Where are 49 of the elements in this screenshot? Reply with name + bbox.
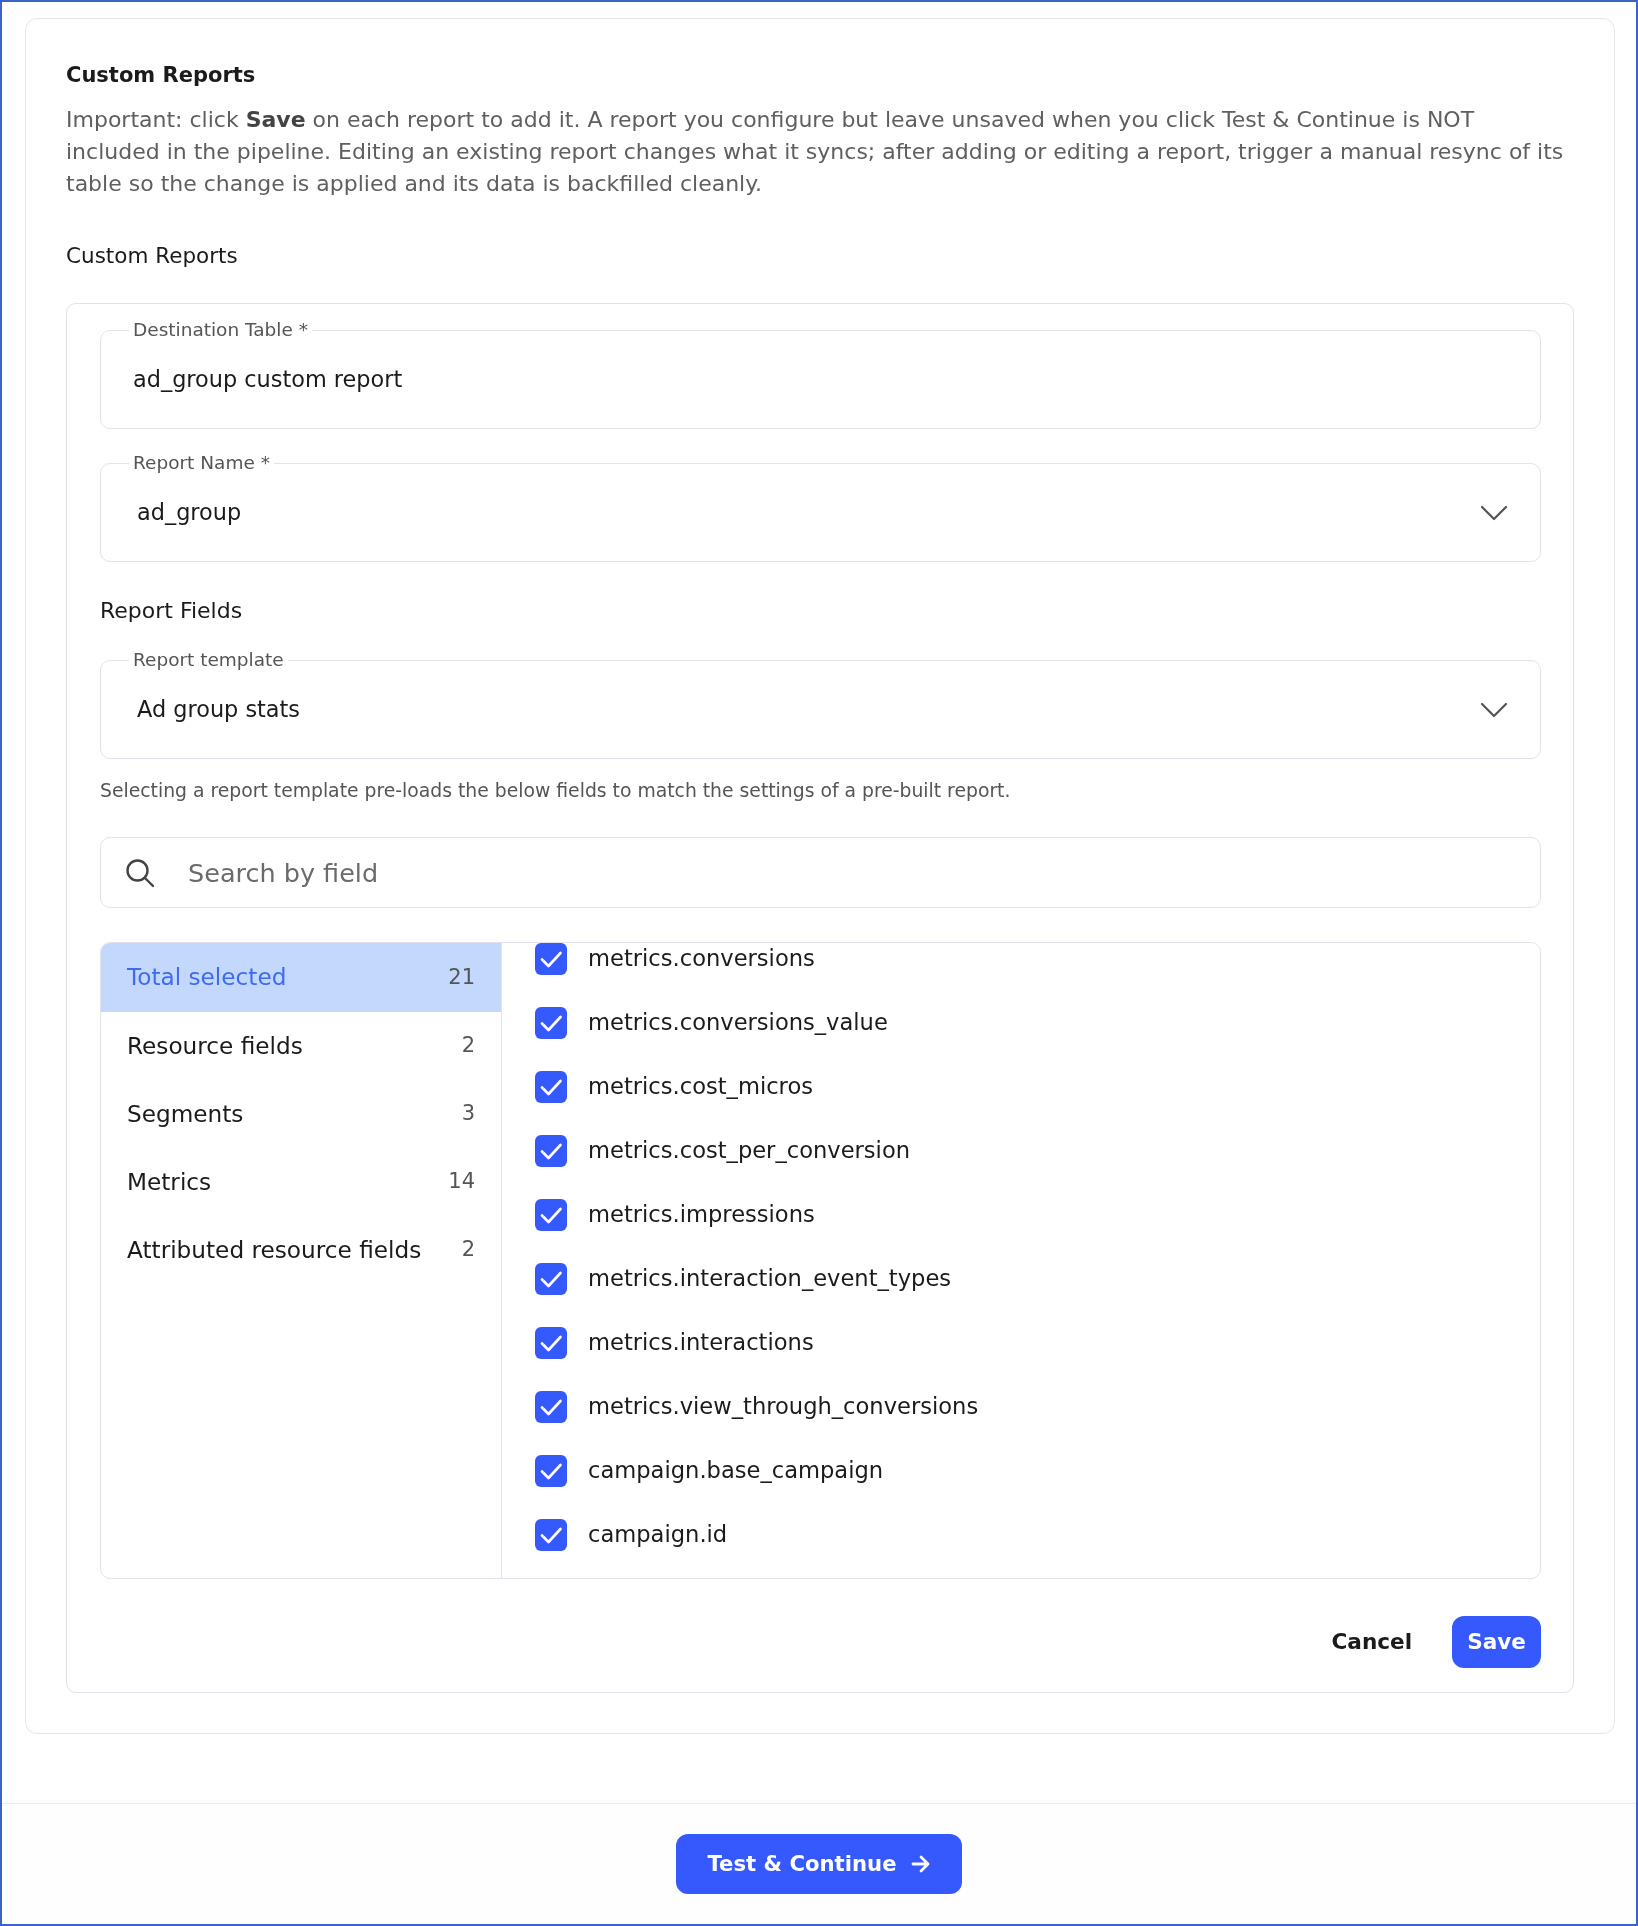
cancel-button[interactable]: Cancel: [1327, 1617, 1417, 1667]
helper-text: Selecting a report template pre-loads the below fields to match the settings of a pre-built report.: [100, 779, 1012, 803]
chevron-down-icon: [1480, 504, 1508, 521]
field-name: metrics.conversions_value: [588, 1008, 888, 1038]
field-count: 2: [461, 1236, 475, 1264]
search-field[interactable]: Search by field: [100, 837, 1541, 908]
checkbox[interactable]: [535, 1007, 567, 1039]
field-name: metrics.cost_per_conversion: [588, 1136, 911, 1166]
checkbox[interactable]: [535, 1199, 567, 1231]
checkbox[interactable]: [535, 1135, 567, 1167]
field-name: metrics.conversions: [588, 944, 815, 974]
field-count: 14: [448, 1168, 475, 1196]
field-name: campaign.id: [588, 1520, 728, 1550]
subsection-heading: Report Fields: [100, 597, 244, 625]
save-button[interactable]: Save: [1452, 1616, 1541, 1668]
test-continue-button[interactable]: Test & Continue: [676, 1834, 962, 1894]
category-item[interactable]: Total selected 21: [101, 943, 501, 1012]
field-name: metrics.cost_micros: [588, 1072, 813, 1102]
field-name: metrics.impressions: [588, 1200, 815, 1230]
field-label: Report template: [132, 651, 285, 669]
field-name: campaign.base_campaign: [588, 1456, 884, 1486]
dropdown[interactable]: Report template Ad group stats: [100, 651, 1541, 759]
checkbox[interactable]: [535, 1519, 567, 1551]
field-count: 21: [448, 963, 475, 991]
checkbox[interactable]: [535, 1071, 567, 1103]
checkbox[interactable]: [535, 1327, 567, 1359]
section-title: Custom Reports: [66, 62, 257, 89]
category-item[interactable]: Metrics 14: [101, 1148, 501, 1216]
category-item[interactable]: Attributed resource fields 2: [101, 1216, 501, 1284]
field-label: Destination Table *: [132, 321, 309, 339]
category-item[interactable]: Resource fields 2: [101, 1012, 501, 1080]
checkbox[interactable]: [535, 1263, 567, 1295]
arrow-right-icon: [910, 1855, 931, 1873]
field-name: metrics.interaction_event_types: [588, 1264, 952, 1294]
checkbox[interactable]: [535, 943, 567, 975]
checkbox[interactable]: [535, 1455, 567, 1487]
chevron-down-icon: [1480, 701, 1508, 718]
field-label: Report Name *: [132, 454, 271, 472]
field-name: metrics.interactions: [588, 1328, 814, 1358]
description-text: Important: click Save on each report to add it. A report you configure but leave unsaved when you click Test & Continue is NOT included in the pipeline. Editing an existing report changes what it syncs; after adding or editing a report, trigger a manual resync of its table so the change is applied and its data is backfilled cleanly.: [66, 106, 1565, 198]
field-name: metrics.view_through_conversions: [588, 1392, 979, 1422]
section-label: Custom Reports: [66, 242, 239, 270]
dropdown[interactable]: Report Name * ad_group: [100, 454, 1541, 562]
field-count: 3: [461, 1100, 475, 1128]
category-item[interactable]: Segments 3: [101, 1080, 501, 1148]
field-count: 2: [461, 1032, 475, 1060]
text-field[interactable]: Destination Table * ad_group custom report: [100, 321, 1541, 429]
checkbox[interactable]: [535, 1391, 567, 1423]
search-icon: [125, 858, 155, 888]
